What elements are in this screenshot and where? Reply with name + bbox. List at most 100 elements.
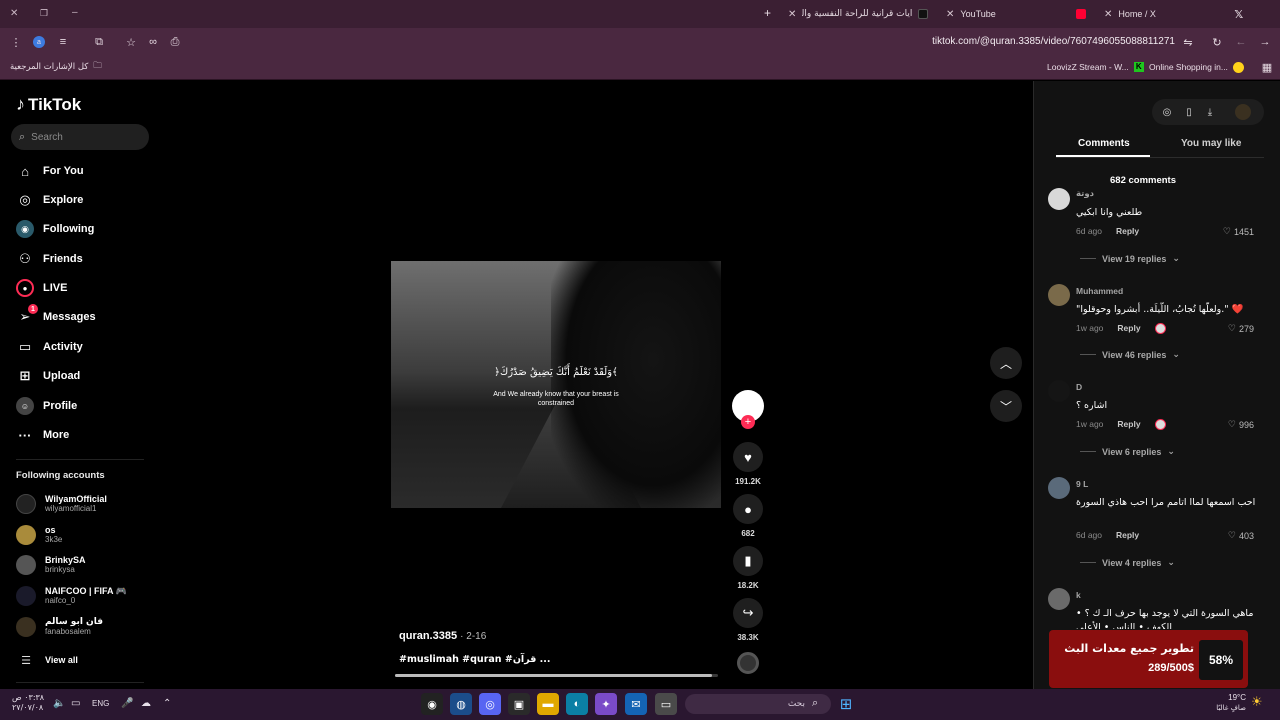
- reply-button[interactable]: Reply: [1116, 226, 1139, 236]
- windows-start-icon[interactable]: ⊞: [835, 693, 857, 715]
- nav-following[interactable]: ◉ Following: [16, 220, 94, 238]
- compass-icon[interactable]: ◎: [1159, 104, 1175, 120]
- nav-profile[interactable]: ☺ Profile: [16, 397, 77, 415]
- language-indicator[interactable]: ENG: [92, 699, 109, 708]
- nav-messages[interactable]: ➢ 1 Messages: [16, 304, 96, 326]
- account-item[interactable]: BrinkySA brinkysa: [16, 555, 86, 575]
- user-avatar-icon[interactable]: [1235, 104, 1251, 120]
- taskbar-search[interactable]: بحث: [685, 694, 831, 714]
- video-player[interactable]: ﴿وَلَقَدْ نَعْلَمُ أَنَّكَ يَضِيقُ صَدْر…: [391, 261, 721, 508]
- site-settings-icon[interactable]: ⇋: [1180, 34, 1196, 50]
- follow-plus-icon[interactable]: +: [741, 415, 755, 429]
- nav-live[interactable]: ● LIVE: [16, 279, 67, 297]
- back-icon[interactable]: →: [1257, 34, 1273, 50]
- nav-more[interactable]: ··· More: [16, 426, 70, 444]
- reply-button[interactable]: Reply: [1117, 419, 1140, 430]
- extensions-icon[interactable]: ⧉: [91, 34, 107, 50]
- avatar[interactable]: [1048, 380, 1070, 402]
- comment-button[interactable]: ● 682: [732, 494, 764, 538]
- volume-icon[interactable]: 🔈: [53, 698, 65, 709]
- tab-comments[interactable]: Comments: [1078, 138, 1130, 149]
- all-bookmarks[interactable]: كل الإشارات المرجعية 🗀: [10, 60, 102, 74]
- comment-user[interactable]: k: [1076, 590, 1081, 600]
- view-replies-button[interactable]: View 19 replies ⌄: [1080, 253, 1180, 264]
- star-bookmark-icon[interactable]: ☆: [123, 34, 139, 50]
- nav-explore[interactable]: ◎ Explore: [16, 191, 83, 209]
- app-mail-icon[interactable]: ✉: [625, 693, 647, 715]
- download-icon[interactable]: ⤓: [1202, 104, 1218, 120]
- avatar[interactable]: [1048, 188, 1070, 210]
- close-tab-icon[interactable]: ✕: [1104, 9, 1112, 20]
- cloud-icon[interactable]: ☁: [141, 698, 151, 709]
- bookmark-loovizz[interactable]: LoovizZ Stream - W... K: [1047, 60, 1144, 74]
- account-item[interactable]: فان ابو سالم fanabosalem: [16, 617, 103, 637]
- nav-for-you[interactable]: ⌂ For You: [16, 162, 83, 180]
- app-window-icon[interactable]: ▭: [655, 693, 677, 715]
- forward-icon[interactable]: ←: [1233, 34, 1249, 50]
- save-button[interactable]: ▮ 18.2K: [732, 546, 764, 590]
- weather-widget[interactable]: 19°C صافٍ غالبًا: [1212, 693, 1246, 713]
- comment-user[interactable]: D: [1076, 382, 1082, 392]
- account-item[interactable]: NAIFCOO | FIFA 🎮 naifco_0: [16, 586, 127, 606]
- phone-icon[interactable]: ▯: [1181, 104, 1197, 120]
- restore-window-icon[interactable]: ❐: [40, 8, 48, 19]
- previous-video-button[interactable]: ︿: [990, 347, 1022, 379]
- search-input[interactable]: ⌕ Search: [11, 124, 149, 150]
- tab-tiktok[interactable]: ✕ آيات قرآنية للراحة النفسية والتيس: [788, 4, 929, 24]
- tab-x[interactable]: ✕ Home / X 𝕏: [1104, 4, 1243, 24]
- view-replies-button[interactable]: View 4 replies ⌄: [1080, 557, 1175, 568]
- bookmark-shopping[interactable]: Online Shopping in...: [1149, 60, 1244, 74]
- nav-activity[interactable]: ▭ Activity: [16, 338, 83, 356]
- account-item[interactable]: os 3k3e: [16, 525, 62, 545]
- app-edge-icon[interactable]: ◐: [566, 693, 588, 715]
- clock[interactable]: ٠٣:٣٨ ص ٢٧/٠٧/٠٨: [12, 693, 44, 713]
- app-store-icon[interactable]: ▣: [508, 693, 530, 715]
- app-obs-icon[interactable]: ◉: [421, 693, 443, 715]
- comment-like-button[interactable]: ♡ 279: [1228, 323, 1254, 334]
- music-disc[interactable]: [732, 652, 764, 674]
- close-window-icon[interactable]: ✕: [10, 8, 18, 19]
- tab-youtube[interactable]: ✕ YouTube: [946, 4, 1087, 24]
- account-item[interactable]: WilyamOfficial wilyamofficial1: [16, 494, 107, 514]
- app-discord-icon[interactable]: ◎: [479, 693, 501, 715]
- avatar[interactable]: [1048, 284, 1070, 306]
- video-hashtags[interactable]: #muslimah #quran #قرآن ...: [399, 654, 550, 665]
- view-replies-button[interactable]: View 6 replies ⌄: [1080, 446, 1175, 457]
- nav-friends[interactable]: ⚇ Friends: [16, 250, 83, 268]
- comment-user[interactable]: Muhammed: [1076, 286, 1123, 296]
- mic-icon[interactable]: 🎤: [121, 698, 133, 709]
- video-progress-bar[interactable]: [395, 674, 718, 677]
- monitor-icon[interactable]: ▭: [71, 698, 80, 709]
- profile-avatar-icon[interactable]: a: [33, 36, 45, 48]
- avatar[interactable]: [1048, 588, 1070, 610]
- tiktok-logo[interactable]: ♪ TikTok: [16, 94, 81, 115]
- video-author[interactable]: quran.3385 · 2-16: [399, 630, 486, 642]
- apps-grid-icon[interactable]: ▦: [1259, 59, 1275, 75]
- reply-button[interactable]: Reply: [1117, 323, 1140, 334]
- comment-user[interactable]: 9 L: [1076, 479, 1088, 489]
- close-tab-icon[interactable]: ✕: [946, 9, 954, 20]
- reply-button[interactable]: Reply: [1116, 530, 1139, 540]
- app-copilot-icon[interactable]: ✦: [595, 693, 617, 715]
- install-app-icon[interactable]: ⎙: [167, 34, 183, 50]
- app-browser-icon[interactable]: ◍: [450, 693, 472, 715]
- share-button[interactable]: ↪ 38.3K: [732, 598, 764, 642]
- chevron-up-icon[interactable]: ⌃: [163, 698, 171, 709]
- app-files-icon[interactable]: ▬: [537, 693, 559, 715]
- comment-like-button[interactable]: ♡ 403: [1228, 530, 1254, 541]
- close-tab-icon[interactable]: ✕: [788, 9, 796, 20]
- url-field[interactable]: tiktok.com/@quran.3385/video/76074960550…: [905, 34, 1175, 50]
- reading-mode-icon[interactable]: ∞: [145, 34, 161, 50]
- tab-you-may-like[interactable]: You may like: [1181, 138, 1241, 149]
- avatar[interactable]: [1048, 477, 1070, 499]
- like-button[interactable]: ♥ 191.2K: [732, 442, 764, 486]
- view-all-link[interactable]: ☰ View all: [16, 650, 78, 670]
- comment-user[interactable]: دوتة: [1076, 189, 1094, 199]
- menu-dots-icon[interactable]: ⋮: [8, 34, 24, 50]
- reload-icon[interactable]: ↻: [1209, 34, 1225, 50]
- minimize-window-icon[interactable]: –: [72, 7, 78, 18]
- next-video-button[interactable]: ﹀: [990, 390, 1022, 422]
- playlist-icon[interactable]: ≡: [55, 34, 71, 50]
- comment-like-button[interactable]: ♡ 996: [1228, 419, 1254, 430]
- nav-upload[interactable]: ⊞ Upload: [16, 367, 81, 385]
